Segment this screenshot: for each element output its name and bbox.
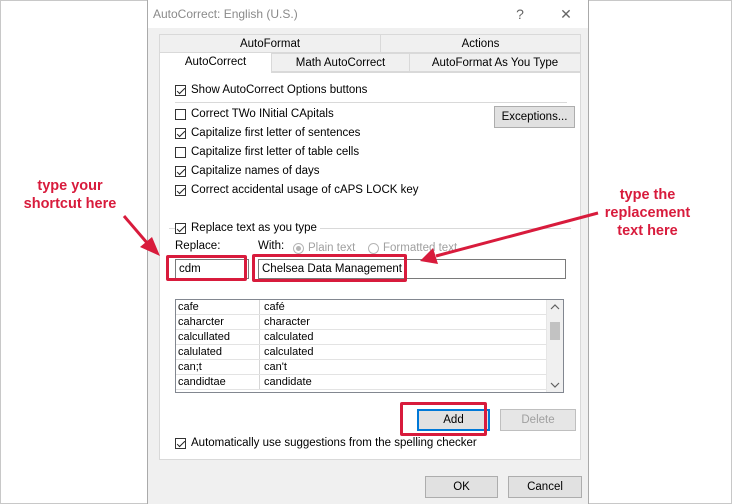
right-arrow-icon (420, 248, 438, 264)
tab-autocorrect[interactable]: AutoCorrect (159, 52, 272, 73)
right-arrow-shaft (435, 211, 599, 258)
annotation-arrows (122, 211, 599, 264)
left-arrow-shaft (122, 215, 150, 245)
